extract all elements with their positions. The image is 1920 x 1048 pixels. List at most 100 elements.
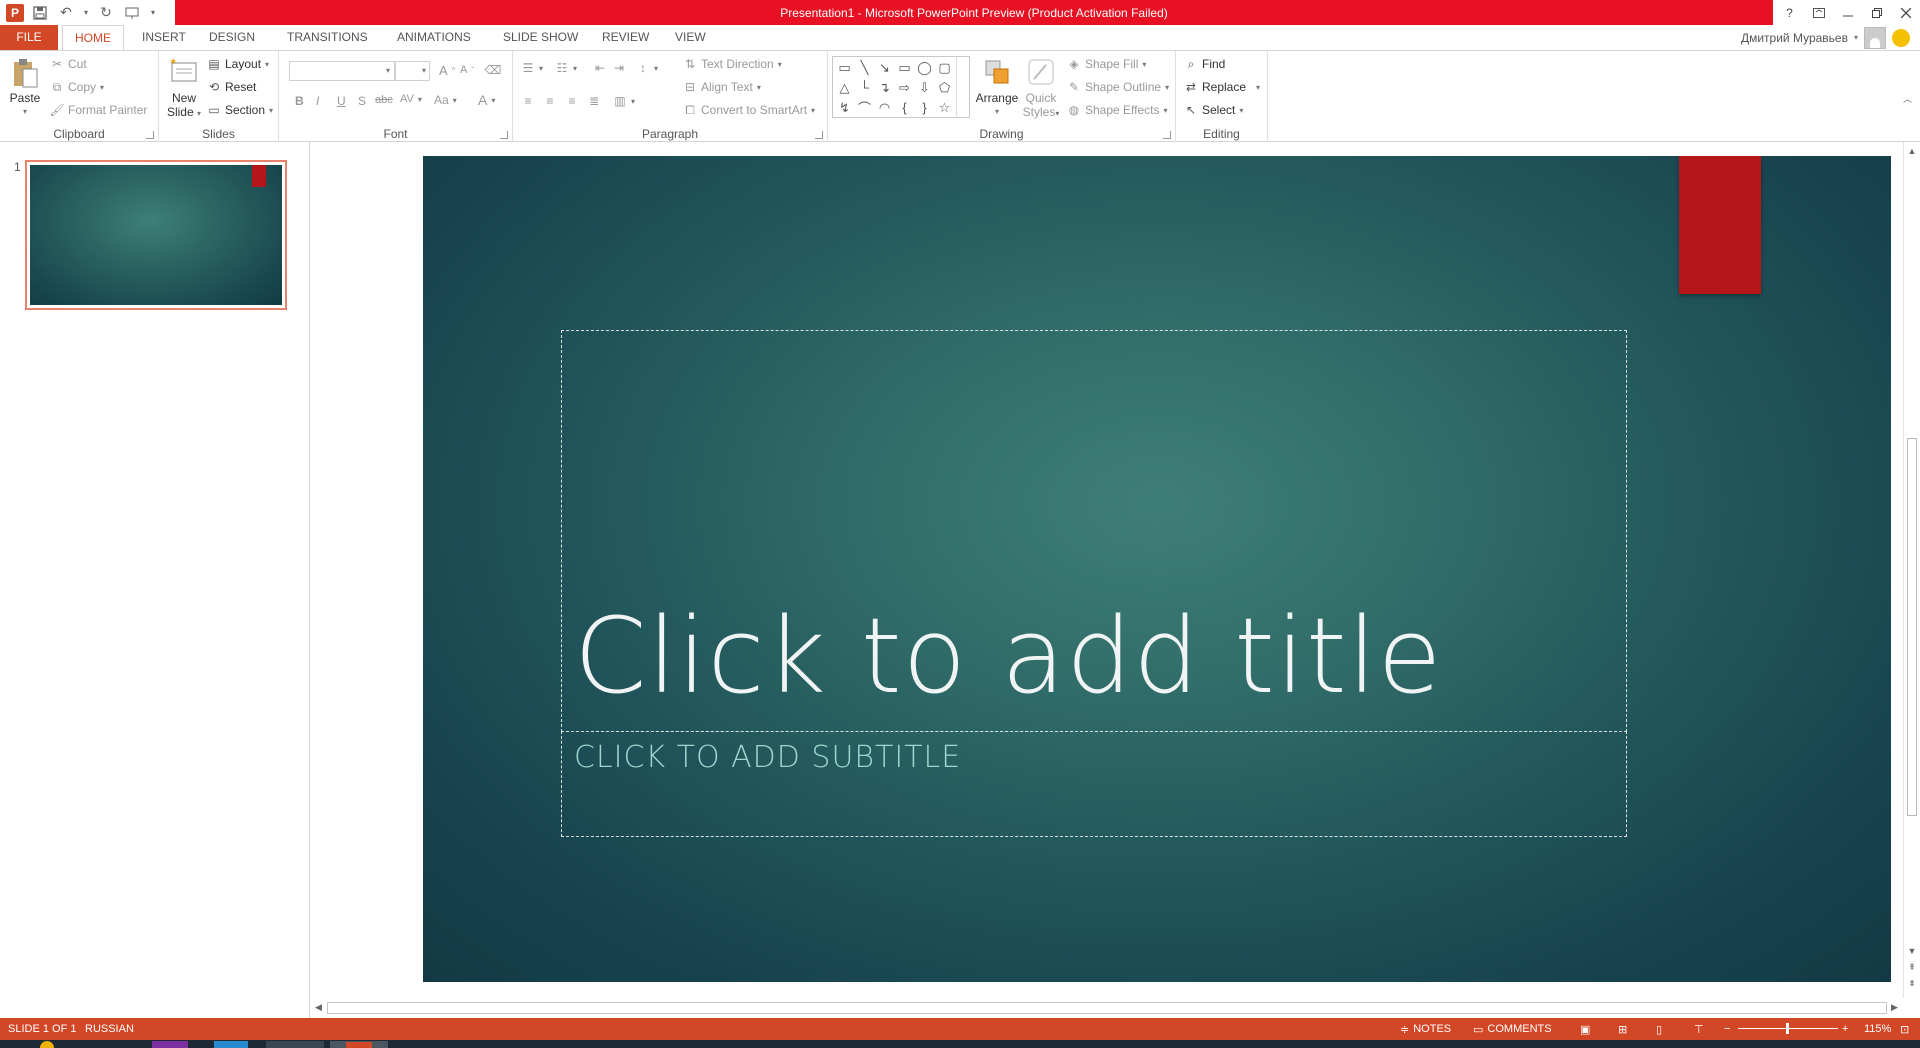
collapse-ribbon-icon[interactable]: ︿ xyxy=(1903,92,1912,105)
slide-show-icon[interactable]: ⊤ xyxy=(1694,1018,1704,1040)
vertical-scroll-thumb[interactable] xyxy=(1907,438,1917,816)
fit-slide-icon[interactable]: ⊡ xyxy=(1900,1018,1909,1040)
columns-button[interactable]: ▥ ▾ xyxy=(613,94,635,108)
shape-effects-button[interactable]: ◍ Shape Effects ▾ xyxy=(1067,103,1168,117)
taskbar-app-icon[interactable] xyxy=(214,1041,248,1048)
tab-file[interactable]: FILE xyxy=(0,25,58,50)
zoom-level[interactable]: 115% xyxy=(1864,1018,1891,1040)
paste-button[interactable]: Paste ▾ xyxy=(6,57,44,119)
avatar[interactable] xyxy=(1864,26,1886,49)
vertical-scrollbar[interactable]: ▲ ▼ ⇞ ⇟ xyxy=(1903,142,1920,998)
left-brace-shape-icon[interactable]: { xyxy=(895,98,914,117)
decrease-indent-button[interactable]: ⇤ xyxy=(593,61,607,75)
curve-shape-icon[interactable]: ⌒ xyxy=(855,98,874,117)
ribbon-display-options-icon[interactable] xyxy=(1804,0,1833,25)
star-shape-icon[interactable]: ☆ xyxy=(935,98,954,117)
grow-font-button[interactable]: A ^ xyxy=(439,63,455,78)
scroll-right-icon[interactable]: ▶ xyxy=(1891,1002,1898,1013)
font-color-button[interactable]: A ▾ xyxy=(478,92,495,108)
start-from-beginning-icon[interactable] xyxy=(122,3,142,23)
paste-dropdown-icon[interactable]: ▾ xyxy=(23,105,27,119)
shapes-gallery-scroll[interactable] xyxy=(956,56,970,118)
scroll-left-icon[interactable]: ◀ xyxy=(315,1002,322,1013)
reading-view-icon[interactable]: ▯ xyxy=(1656,1018,1662,1040)
undo-dropdown-icon[interactable]: ▾ xyxy=(82,3,90,23)
right-arrow-shape-icon[interactable]: ⇨ xyxy=(895,78,914,97)
taskbar-app-icon[interactable] xyxy=(152,1041,188,1048)
format-painter-button[interactable]: 🖌 Format Painter xyxy=(49,103,147,117)
quick-styles-button[interactable]: Quick Styles▾ xyxy=(1020,57,1062,121)
elbow-arrow-shape-icon[interactable]: ↴ xyxy=(875,78,894,97)
copy-button[interactable]: ⧉ Copy ▾ xyxy=(50,80,104,95)
bold-button[interactable]: B xyxy=(295,94,304,108)
save-icon[interactable] xyxy=(30,3,50,23)
justify-button[interactable]: ≣ xyxy=(587,94,601,108)
text-direction-button[interactable]: ⇅ Text Direction ▾ xyxy=(683,57,782,71)
slide-canvas[interactable]: Click to add title CLICK TO ADD SUBTITLE xyxy=(423,156,1891,982)
layout-button[interactable]: ▤ Layout ▾ xyxy=(207,57,269,71)
right-brace-shape-icon[interactable]: } xyxy=(915,98,934,117)
arrow-line-shape-icon[interactable]: ↘ xyxy=(875,58,894,77)
convert-smartart-button[interactable]: ⧠ Convert to SmartArt ▾ xyxy=(683,103,815,118)
taskbar-app-icon[interactable] xyxy=(266,1041,324,1048)
subtitle-placeholder[interactable]: CLICK TO ADD SUBTITLE xyxy=(561,731,1627,837)
bullets-button[interactable]: ☰ ▾ xyxy=(521,61,543,75)
select-button[interactable]: ↖ Select ▾ xyxy=(1184,103,1243,117)
rectangle-shape-icon[interactable]: ▭ xyxy=(895,58,914,77)
tab-design[interactable]: DESIGN xyxy=(197,25,267,50)
replace-dropdown-icon[interactable]: ▾ xyxy=(1256,83,1260,92)
restore-icon[interactable] xyxy=(1862,0,1891,25)
font-launcher-icon[interactable] xyxy=(500,131,508,139)
align-left-button[interactable]: ≡ xyxy=(521,94,535,108)
user-account[interactable]: Дмитрий Муравьев ▾ xyxy=(1741,25,1910,50)
undo-icon[interactable]: ↶ xyxy=(56,3,76,23)
tab-transitions[interactable]: TRANSITIONS xyxy=(275,25,380,50)
find-button[interactable]: ⌕ Find xyxy=(1184,57,1226,72)
tab-review[interactable]: REVIEW xyxy=(590,25,661,50)
normal-view-icon[interactable]: ▣ xyxy=(1580,1018,1590,1040)
cut-button[interactable]: ✂ Cut xyxy=(50,57,87,71)
textbox-shape-icon[interactable]: ▭ xyxy=(835,58,854,77)
elbow-connector-shape-icon[interactable]: └ xyxy=(855,78,874,97)
chevron-down-icon[interactable]: ▾ xyxy=(1854,33,1858,42)
copy-dropdown-icon[interactable]: ▾ xyxy=(100,83,104,92)
notes-button[interactable]: ≑ NOTES xyxy=(1400,1018,1451,1040)
shrink-font-button[interactable]: Aˇ xyxy=(460,64,474,76)
line-shape-icon[interactable]: ╲ xyxy=(855,58,874,77)
tab-home[interactable]: HOME xyxy=(62,25,124,51)
comments-button[interactable]: ▭ COMMENTS xyxy=(1473,1018,1552,1040)
align-right-button[interactable]: ≡ xyxy=(565,94,579,108)
user-name[interactable]: Дмитрий Муравьев xyxy=(1741,31,1848,45)
align-center-button[interactable]: ≡ xyxy=(543,94,557,108)
scroll-down-icon[interactable]: ▼ xyxy=(1907,946,1917,958)
close-icon[interactable] xyxy=(1891,0,1920,25)
powerpoint-logo-icon[interactable]: P xyxy=(6,3,24,22)
shape-outline-button[interactable]: ✎ Shape Outline ▾ xyxy=(1067,80,1169,94)
shape-fill-button[interactable]: ◈ Shape Fill ▾ xyxy=(1067,57,1146,71)
layout-dropdown-icon[interactable]: ▾ xyxy=(265,60,269,69)
character-spacing-button[interactable]: AV ▾ xyxy=(400,93,422,105)
align-text-button[interactable]: ⊟ Align Text ▾ xyxy=(683,80,761,94)
title-placeholder[interactable]: Click to add title xyxy=(561,330,1627,732)
change-case-button[interactable]: Aa ▾ xyxy=(434,93,457,107)
tab-animations[interactable]: ANIMATIONS xyxy=(385,25,483,50)
text-shadow-button[interactable]: S xyxy=(358,94,366,108)
next-slide-icon[interactable]: ⇟ xyxy=(1907,978,1917,990)
triangle-shape-icon[interactable]: △ xyxy=(835,78,854,97)
shapes-gallery[interactable]: ▭ ╲ ↘ ▭ ◯ ▢ △ └ ↴ ⇨ ⇩ ⬠ ↯ ⌒ ◠ { } ☆ xyxy=(832,56,970,118)
clipboard-launcher-icon[interactable] xyxy=(146,131,154,139)
tab-view[interactable]: VIEW xyxy=(663,25,718,50)
previous-slide-icon[interactable]: ⇞ xyxy=(1907,962,1917,974)
paragraph-launcher-icon[interactable] xyxy=(815,131,823,139)
font-size-field[interactable]: ▾ xyxy=(395,61,430,81)
slide-thumbnail[interactable] xyxy=(25,160,287,310)
freeform-shape-icon[interactable]: ↯ xyxy=(835,98,854,117)
underline-button[interactable]: U xyxy=(337,94,346,108)
section-dropdown-icon[interactable]: ▾ xyxy=(269,106,273,115)
rounded-rectangle-shape-icon[interactable]: ▢ xyxy=(935,58,954,77)
line-spacing-button[interactable]: ↕ ▾ xyxy=(636,61,658,75)
arrange-button[interactable]: Arrange ▾ xyxy=(975,57,1019,119)
reset-button[interactable]: ⟲ Reset xyxy=(207,80,256,94)
zoom-slider-knob[interactable] xyxy=(1786,1023,1789,1034)
strikethrough-button[interactable]: abc xyxy=(375,94,393,106)
